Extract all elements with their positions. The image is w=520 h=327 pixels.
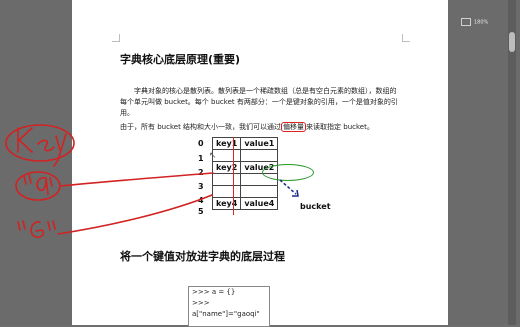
bucket-index: 4 xyxy=(198,196,204,205)
table-row: key4 value4 xyxy=(211,197,279,210)
bucket-index: 1 xyxy=(198,154,204,163)
table-row xyxy=(211,185,279,198)
paragraph-text: 来读取指定 bucket。 xyxy=(306,123,374,131)
paragraph-text: 由于，所有 bucket 结构和大小一致，我们可以通过 xyxy=(120,123,282,131)
table-row xyxy=(211,149,279,162)
zoom-level: 180% xyxy=(474,19,489,26)
paragraph-line: 由于，所有 bucket 结构和大小一致，我们可以通过 偏移量 来读取指定 buck… xyxy=(120,122,374,133)
bucket-index: 3 xyxy=(198,182,204,191)
value-cell: value1 xyxy=(240,137,279,150)
bucket-index: 2 xyxy=(198,168,204,177)
value-cell: value4 xyxy=(240,197,279,210)
bucket-index: 5 xyxy=(198,207,204,216)
key-cell xyxy=(211,185,242,198)
paragraph-line: 用。 xyxy=(120,109,134,117)
value-cell xyxy=(240,149,279,162)
code-line: a["name"]="gaoqi" xyxy=(192,310,260,318)
code-block: >>> a = {} >>> a["name"]="gaoqi" xyxy=(188,286,270,327)
page-title: 字典核心底层原理(重要) xyxy=(120,53,241,66)
key-cell xyxy=(211,173,242,186)
value-cell xyxy=(240,185,279,198)
green-circle-annotation xyxy=(262,164,314,181)
scrollbar-thumb[interactable] xyxy=(509,32,515,52)
mouse-cursor-icon: ↖ xyxy=(209,151,217,161)
paragraph-line: 每个单元叫做 bucket。每个 bucket 有两部分：一个是键对象的引用，一… xyxy=(120,98,398,106)
zoom-control[interactable]: 180% xyxy=(461,18,488,26)
document-page: 字典核心底层原理(重要) 字典对象的核心是散列表。散列表是一个稀疏数组（总是有空… xyxy=(72,0,448,327)
key-cell: key1 xyxy=(211,137,242,150)
red-divider-annotation xyxy=(233,137,234,215)
code-line: >>> a = {} xyxy=(192,288,236,296)
page-corner-mark xyxy=(112,34,120,42)
key-cell: key2 xyxy=(211,161,242,174)
key-cell xyxy=(211,149,242,162)
highlighted-term: 偏移量 xyxy=(281,122,307,132)
key-cell: key4 xyxy=(211,197,242,210)
paragraph-line: 字典对象的核心是散列表。散列表是一个稀疏数组（总是有空白元素的数组），数组的 xyxy=(134,87,397,95)
page-view-icon[interactable] xyxy=(461,18,471,26)
bucket-label: bucket xyxy=(300,202,331,211)
page-corner-mark xyxy=(402,34,410,42)
table-row: key1 value1 xyxy=(211,137,279,150)
code-line: >>> xyxy=(192,299,210,307)
section-title: 将一个键值对放进字典的底层过程 xyxy=(120,250,285,263)
workspace-left xyxy=(0,0,72,325)
bucket-index: 0 xyxy=(198,139,204,148)
